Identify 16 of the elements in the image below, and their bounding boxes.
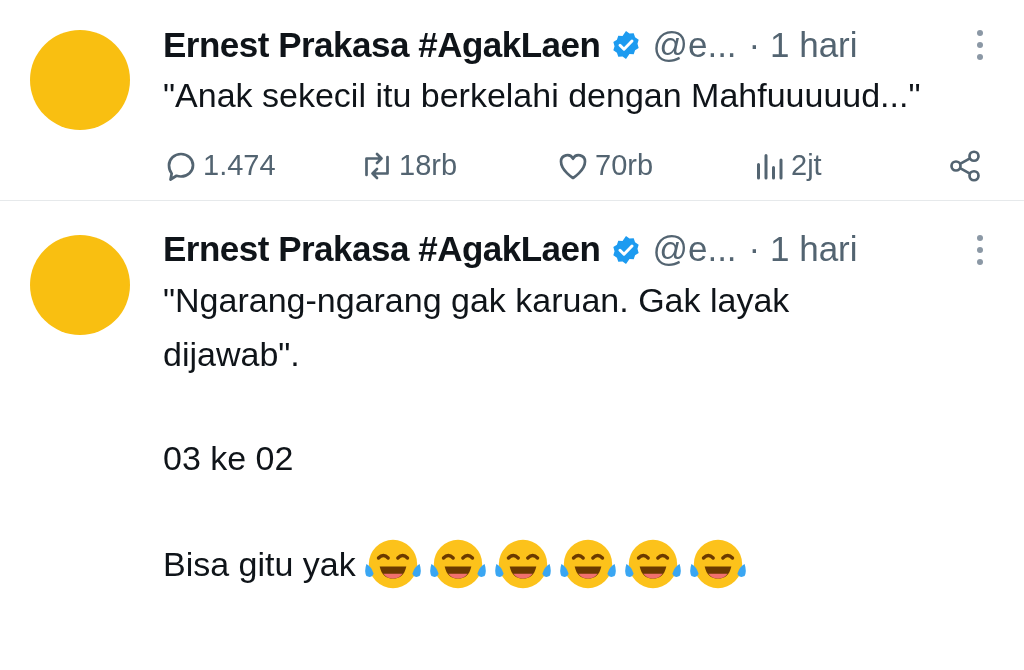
- user-handle[interactable]: @e...: [652, 18, 737, 72]
- post-text: 03 ke 02: [163, 437, 295, 479]
- share-icon[interactable]: [947, 147, 983, 184]
- post-text: "Ngarang-ngarang gak karuan. Gak layak dijawab".: [163, 279, 791, 375]
- user-handle[interactable]: @e...: [652, 223, 737, 276]
- action-count: 2jt: [791, 148, 822, 183]
- action-count: 70rb: [595, 148, 654, 183]
- action-count: 18rb: [399, 148, 458, 183]
- action-count: 1.474: [203, 148, 276, 183]
- author-name[interactable]: Ernest Prakasa #AgakLaen: [163, 223, 601, 276]
- more-options-icon[interactable]: [976, 27, 984, 63]
- post-text: "Anak sekecil itu berkelahi dengan Mahfuuuuud...": [163, 75, 922, 116]
- post-text: Bisa gitu yak: [163, 543, 356, 585]
- post-time: · 1 hari: [748, 228, 858, 271]
- post-time: · 1 hari: [748, 23, 858, 66]
- author-name[interactable]: Ernest Prakasa #AgakLaen: [163, 18, 601, 72]
